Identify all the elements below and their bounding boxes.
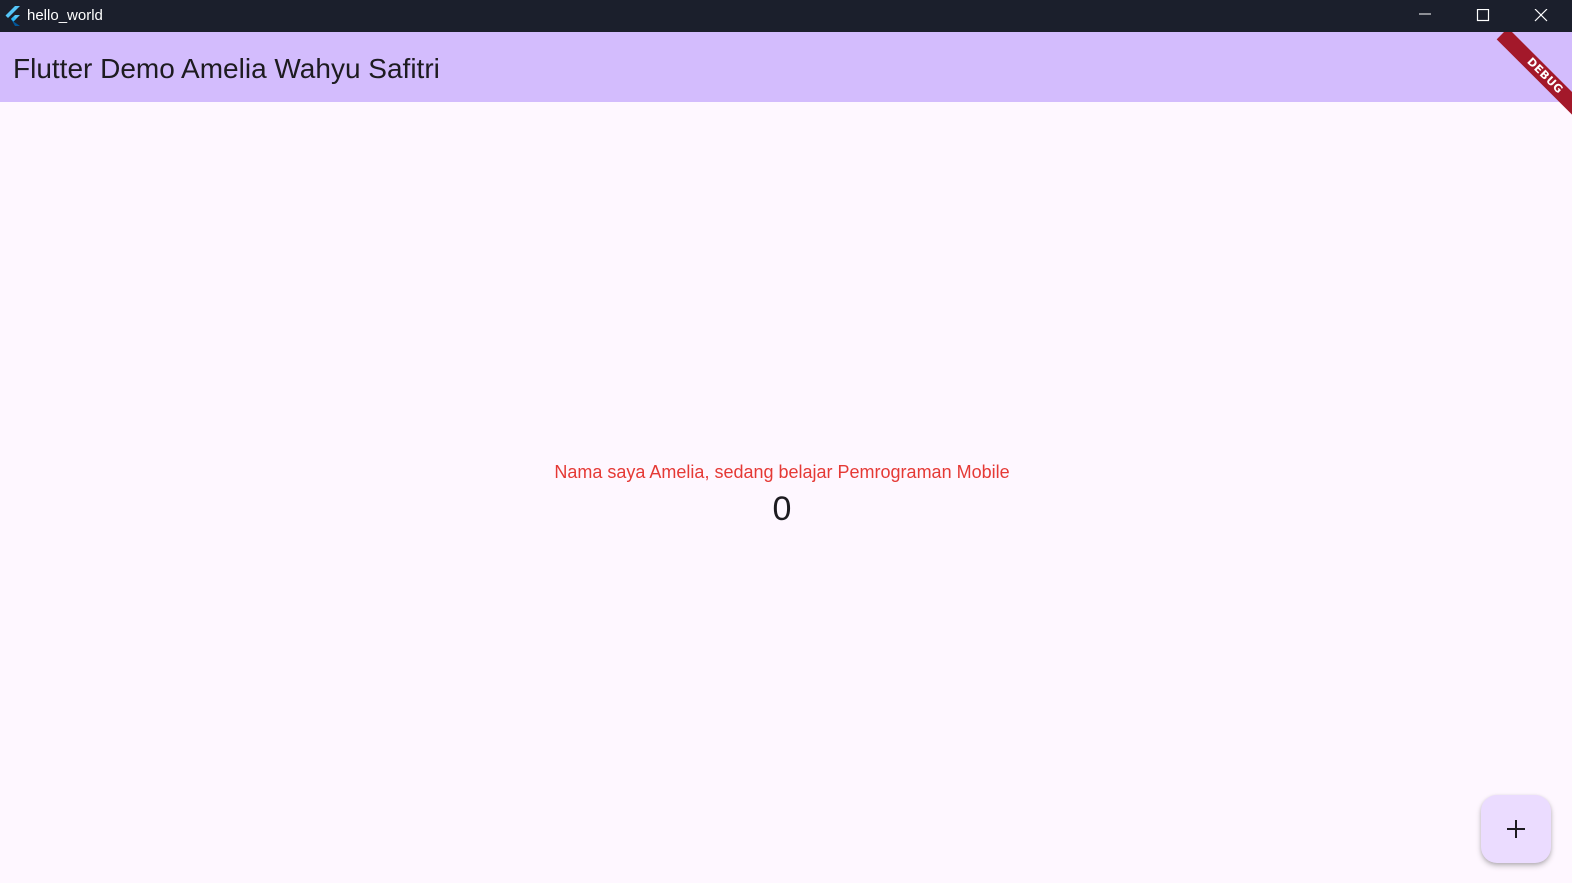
flutter-logo-icon bbox=[4, 6, 22, 26]
maximize-button[interactable] bbox=[1454, 0, 1512, 32]
app-window: hello_world Flutter Demo Amelia Wahyu Sa… bbox=[0, 0, 1572, 883]
page-title: Flutter Demo Amelia Wahyu Safitri bbox=[13, 53, 440, 84]
app-bar: Flutter Demo Amelia Wahyu Safitri bbox=[0, 32, 1572, 102]
close-button[interactable] bbox=[1512, 0, 1570, 32]
maximize-icon bbox=[1476, 9, 1490, 22]
increment-button[interactable] bbox=[1481, 795, 1551, 863]
title-bar[interactable]: hello_world bbox=[0, 0, 1572, 32]
plus-icon bbox=[1507, 820, 1525, 838]
window-title: hello_world bbox=[27, 7, 103, 24]
main-content: Nama saya Amelia, sedang belajar Pemrogr… bbox=[0, 102, 1572, 883]
minimize-button[interactable] bbox=[1396, 0, 1454, 32]
minimize-icon bbox=[1419, 13, 1431, 15]
close-icon bbox=[1534, 9, 1548, 22]
counter-value: 0 bbox=[772, 490, 792, 528]
intro-message: Nama saya Amelia, sedang belajar Pemrogr… bbox=[554, 462, 1010, 482]
